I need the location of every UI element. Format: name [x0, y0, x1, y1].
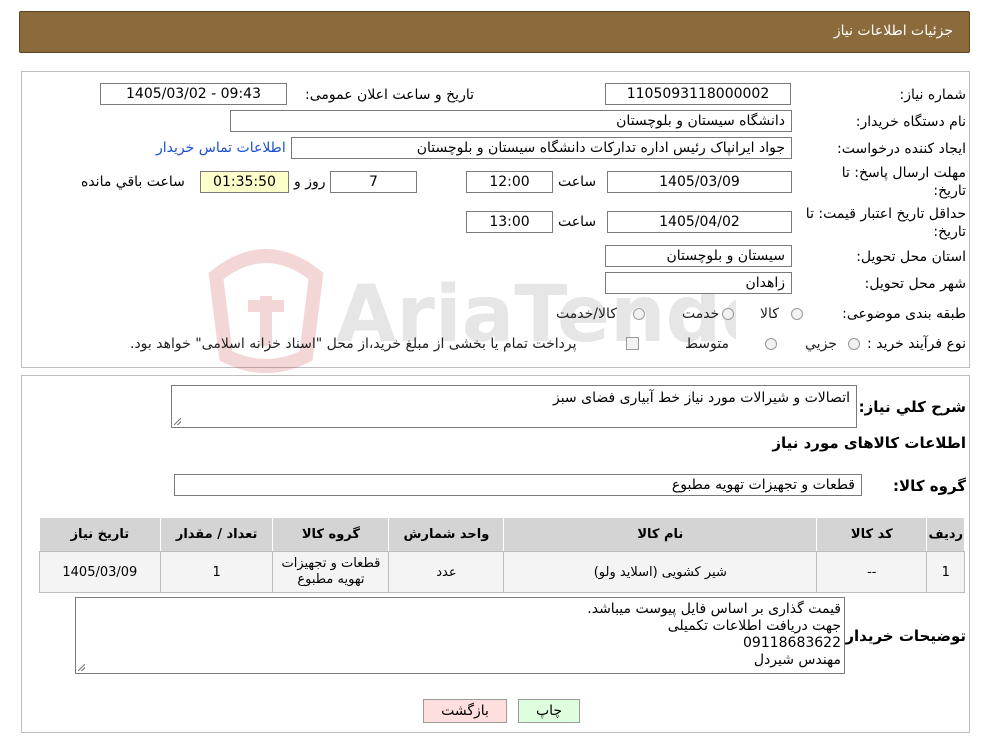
category-radio-service[interactable]: [722, 308, 734, 320]
col-name-header: نام کالا: [503, 517, 818, 552]
buyer-note-line: 09118683622: [743, 635, 841, 651]
group-field[interactable]: قطعات و تجهیزات تهویه مطبوع: [174, 474, 862, 496]
province-label: استان محل تحویل:: [856, 249, 966, 265]
remaining-time-label: ساعت باقي مانده: [81, 174, 185, 190]
items-table: ردیف کد کالا نام کالا واحد شمارش گروه کا…: [39, 517, 965, 593]
need-number-field[interactable]: 1105093118000002: [605, 83, 791, 105]
resize-grip-icon[interactable]: [174, 418, 181, 425]
validity-date-field[interactable]: 1405/04/02: [607, 211, 792, 233]
cell-date: 1405/03/09: [39, 551, 161, 593]
process-radio-medium[interactable]: [765, 338, 777, 350]
province-field[interactable]: سیستان و بلوچستان: [605, 245, 792, 267]
buyer-note-line: جهت دریافت اطلاعات تکمیلی: [667, 618, 841, 634]
treasury-checkbox[interactable]: [626, 337, 639, 350]
creator-field[interactable]: جواد ایرانپاک رئیس اداره تدارکات دانشگاه…: [291, 137, 792, 159]
buyer-note-line: مهندس شیردل: [753, 652, 841, 668]
col-code-header: کد کالا: [816, 517, 928, 552]
deadline-label-line2: تاریخ:: [933, 183, 966, 199]
category-radio-goods[interactable]: [791, 308, 803, 320]
buyer-notes-textarea[interactable]: قیمت گذاری بر اساس فایل پیوست میباشد. جه…: [75, 597, 845, 674]
cell-group: قطعات و تجهیزات تهویه مطبوع: [272, 551, 390, 593]
cell-unit: عدد: [388, 551, 505, 593]
buyer-org-field[interactable]: دانشگاه سیستان و بلوچستان: [230, 110, 792, 132]
buyer-note-line: قیمت گذاری بر اساس فایل پیوست میباشد.: [587, 601, 841, 617]
process-label: نوع فرآیند خرید :: [867, 336, 966, 352]
deadline-time-label: ساعت: [558, 174, 597, 190]
page-header: جزئیات اطلاعات نیاز: [19, 11, 970, 53]
buyer-notes-label: توضیحات خریدار:: [839, 627, 966, 645]
cell-code: --: [816, 551, 928, 593]
category-label: طبقه بندی موضوعی:: [842, 306, 966, 322]
announce-datetime-field[interactable]: 1405/03/02 - 09:43: [100, 83, 287, 105]
print-button[interactable]: چاپ: [518, 699, 580, 723]
buyer-org-label: نام دستگاه خریدار:: [855, 114, 966, 130]
buyer-contact-link[interactable]: اطلاعات تماس خریدار: [156, 140, 286, 156]
table-row: 1 -- شیر کشویی (اسلاید ولو) عدد قطعات و …: [39, 551, 965, 593]
cell-name: شیر کشویی (اسلاید ولو): [503, 551, 818, 593]
creator-label: ایجاد کننده درخواست:: [837, 141, 966, 157]
process-option-minor: جزیي: [805, 336, 837, 352]
process-treasury-note: پرداخت تمام یا بخشی از مبلغ خرید،از محل …: [130, 336, 577, 352]
process-radio-minor[interactable]: [848, 338, 860, 350]
validity-label-line2: تاریخ:: [933, 224, 966, 240]
days-field[interactable]: 7: [330, 171, 417, 193]
cell-row: 1: [926, 551, 965, 593]
page-title: جزئیات اطلاعات نیاز: [833, 23, 953, 39]
city-field[interactable]: زاهدان: [605, 272, 792, 294]
validity-time-label: ساعت: [558, 214, 597, 230]
announce-datetime-label: تاریخ و ساعت اعلان عمومی:: [305, 87, 474, 103]
col-row-header: ردیف: [926, 517, 965, 552]
city-label: شهر محل تحویل:: [864, 276, 966, 292]
deadline-label-line1: مهلت ارسال پاسخ: تا: [841, 165, 966, 181]
col-date-header: تاریخ نیاز: [39, 517, 161, 552]
col-group-header: گروه کالا: [272, 517, 390, 552]
deadline-time-field[interactable]: 12:00: [466, 171, 553, 193]
category-option-service: خدمت: [682, 306, 720, 322]
col-unit-header: واحد شمارش: [388, 517, 505, 552]
category-radio-goods-service[interactable]: [633, 308, 645, 320]
table-header-row: ردیف کد کالا نام کالا واحد شمارش گروه کا…: [39, 517, 965, 552]
back-button[interactable]: بازگشت: [423, 699, 507, 723]
process-option-medium: متوسط: [685, 336, 729, 352]
need-number-label: شماره نیاز:: [899, 87, 967, 103]
validity-label-line1: حداقل تاریخ اعتبار قیمت: تا: [805, 206, 966, 222]
category-option-goods-service: کالا/خدمت: [556, 306, 617, 322]
resize-grip-icon[interactable]: [78, 664, 85, 671]
col-qty-header: تعداد / مقدار: [159, 517, 274, 552]
deadline-date-field[interactable]: 1405/03/09: [607, 171, 792, 193]
summary-label: شرح کلي نياز:: [858, 398, 966, 416]
validity-time-field[interactable]: 13:00: [466, 211, 553, 233]
summary-textarea[interactable]: اتصالات و شیرالات مورد نیاز خط آبیاری فض…: [171, 385, 857, 428]
days-label: روز و: [294, 174, 326, 190]
summary-text: اتصالات و شیرالات مورد نیاز خط آبیاری فض…: [552, 390, 850, 406]
group-label: گروه کالا:: [893, 477, 966, 495]
category-option-goods: کالا: [760, 306, 779, 322]
items-heading: اطلاعات کالاهای مورد نیاز: [772, 434, 966, 452]
cell-qty: 1: [159, 551, 274, 593]
remaining-time-field[interactable]: 01:35:50: [200, 171, 289, 193]
